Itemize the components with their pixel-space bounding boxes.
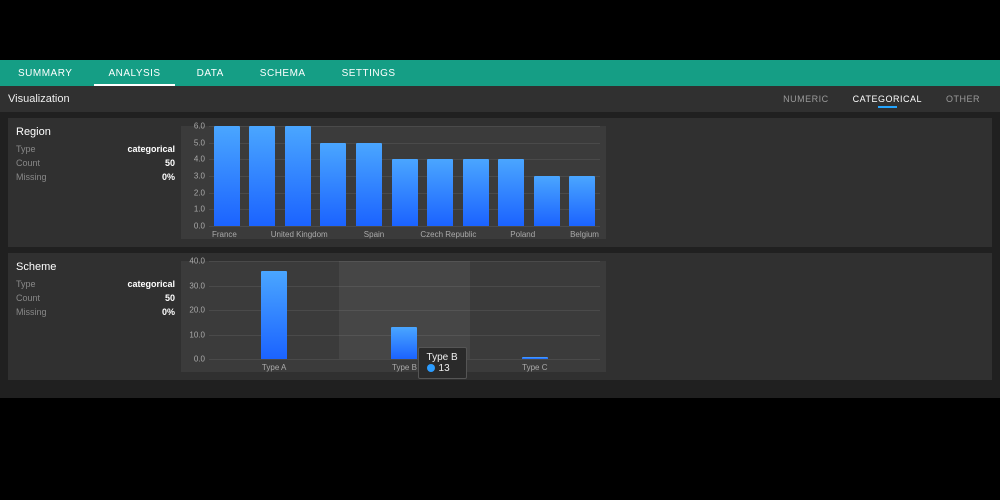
panel-header: Visualization NUMERICCATEGORICALOTHER xyxy=(0,86,1000,112)
nav-tab-data[interactable]: DATA xyxy=(179,60,242,86)
bar-slot[interactable] xyxy=(422,126,458,226)
x-tick xyxy=(476,230,507,239)
bar-slot[interactable] xyxy=(280,126,316,226)
bar[interactable] xyxy=(463,159,489,226)
y-tick: 20.0 xyxy=(183,306,205,315)
y-tick: 3.0 xyxy=(183,172,205,181)
x-tick xyxy=(240,230,271,239)
y-tick: 0.0 xyxy=(183,355,205,364)
bar[interactable] xyxy=(391,327,417,359)
y-tick: 1.0 xyxy=(183,205,205,214)
bar-slot[interactable] xyxy=(529,126,565,226)
x-tick: Type C xyxy=(470,363,600,372)
y-tick: 30.0 xyxy=(183,281,205,290)
bar-slot[interactable] xyxy=(209,126,245,226)
bar-slot[interactable] xyxy=(209,261,339,359)
y-tick: 4.0 xyxy=(183,155,205,164)
field-title: Scheme xyxy=(16,261,175,273)
panels-container: RegionTypecategoricalCount50Missing0%0.0… xyxy=(0,112,1000,398)
nav-tab-schema[interactable]: SCHEMA xyxy=(242,60,324,86)
bar[interactable] xyxy=(427,159,453,226)
viz-panel: Scheme TypecategoricalCount50Missing0% 0.0… xyxy=(8,253,992,380)
bar[interactable] xyxy=(392,159,418,226)
nav-tab-summary[interactable]: SUMMARY xyxy=(0,60,90,86)
bar-slot[interactable] xyxy=(339,261,469,359)
chart[interactable]: 0.010.020.030.040.0Type B13Type AType BT… xyxy=(181,261,606,372)
nav-tab-analysis[interactable]: ANALYSIS xyxy=(90,60,178,86)
panel-meta: Scheme TypecategoricalCount50Missing0% xyxy=(16,261,181,319)
meta-row: Typecategorical xyxy=(16,142,175,156)
bar[interactable] xyxy=(569,176,595,226)
bar[interactable] xyxy=(249,126,275,226)
bar-slot[interactable] xyxy=(564,126,600,226)
field-title: Region xyxy=(16,126,175,138)
y-tick: 5.0 xyxy=(183,138,205,147)
bar[interactable] xyxy=(261,271,287,359)
bar-slot[interactable] xyxy=(245,126,281,226)
x-tick: United Kingdom xyxy=(271,230,328,239)
bar-slot[interactable] xyxy=(316,126,352,226)
y-tick: 6.0 xyxy=(183,122,205,131)
meta-row: Missing0% xyxy=(16,170,175,184)
x-tick: Type A xyxy=(209,363,339,372)
x-tick: Belgium xyxy=(569,230,600,239)
x-tick: France xyxy=(209,230,240,239)
bar-slot[interactable] xyxy=(493,126,529,226)
bar-slot[interactable] xyxy=(470,261,600,359)
x-tick: Czech Republic xyxy=(420,230,476,239)
y-tick: 2.0 xyxy=(183,188,205,197)
x-tick: Type B xyxy=(339,363,469,372)
meta-row: Count50 xyxy=(16,291,175,305)
meta-row: Count50 xyxy=(16,156,175,170)
x-tick: Spain xyxy=(359,230,390,239)
bar[interactable] xyxy=(356,143,382,226)
panel-title: Visualization xyxy=(8,93,70,105)
filter-other[interactable]: OTHER xyxy=(934,94,992,104)
viz-panel: Region TypecategoricalCount50Missing0% 0.0… xyxy=(8,118,992,247)
y-tick: 40.0 xyxy=(183,257,205,266)
chart[interactable]: 0.01.02.03.04.05.06.0France United Kingd… xyxy=(181,126,606,239)
nav-tab-settings[interactable]: SETTINGS xyxy=(324,60,414,86)
x-tick xyxy=(328,230,359,239)
x-tick xyxy=(538,230,569,239)
panel-meta: Region TypecategoricalCount50Missing0% xyxy=(16,126,181,184)
bar-slot[interactable] xyxy=(351,126,387,226)
y-tick: 0.0 xyxy=(183,222,205,231)
bar-slot[interactable] xyxy=(387,126,423,226)
bar[interactable] xyxy=(534,176,560,226)
bar[interactable] xyxy=(320,143,346,226)
bar[interactable] xyxy=(285,126,311,226)
filter-categorical[interactable]: CATEGORICAL xyxy=(841,94,934,104)
meta-row: Typecategorical xyxy=(16,277,175,291)
bar-slot[interactable] xyxy=(458,126,494,226)
bar[interactable] xyxy=(522,357,548,359)
bar[interactable] xyxy=(214,126,240,226)
x-tick: Poland xyxy=(507,230,538,239)
main-nav: SUMMARYANALYSISDATASCHEMASETTINGS xyxy=(0,60,1000,86)
bar[interactable] xyxy=(498,159,524,226)
meta-row: Missing0% xyxy=(16,305,175,319)
viz-filter-group: NUMERICCATEGORICALOTHER xyxy=(771,94,992,104)
filter-numeric[interactable]: NUMERIC xyxy=(771,94,841,104)
x-tick xyxy=(389,230,420,239)
y-tick: 10.0 xyxy=(183,330,205,339)
